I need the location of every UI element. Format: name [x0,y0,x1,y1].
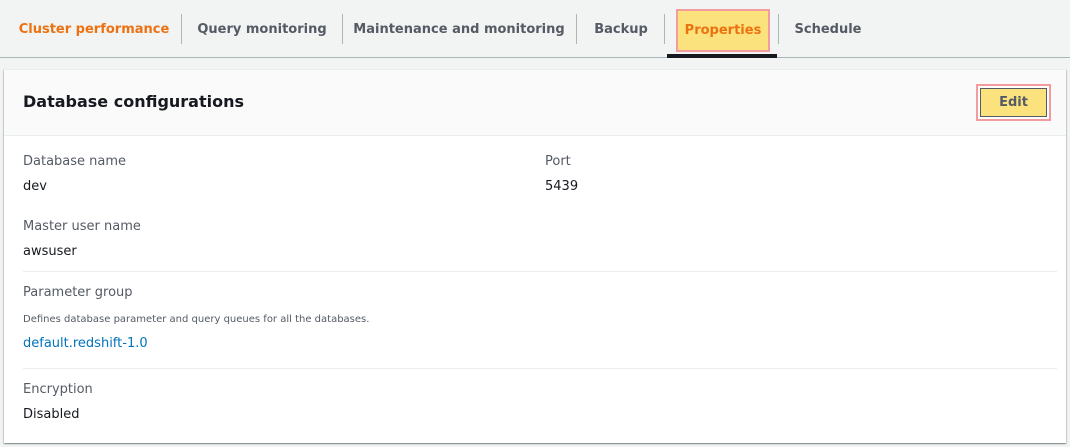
tab-separator [576,14,577,44]
tab-cluster-performance[interactable]: Cluster performance [14,0,174,58]
panel-header: Database configurations Edit [4,70,1066,136]
tab-maintenance-and-monitoring[interactable]: Maintenance and monitoring [350,0,568,58]
database-name-label: Database name [23,154,127,169]
database-configurations-panel: Database configurations Edit Database na… [4,69,1066,443]
section-divider [23,271,1057,272]
encryption-value: Disabled [23,407,80,422]
tab-separator [342,14,343,44]
panel-title: Database configurations [23,92,245,111]
active-tab-indicator [667,54,777,58]
master-user-name-value: awsuser [23,244,77,259]
section-divider [23,368,1057,369]
encryption-label: Encryption [23,382,93,397]
parameter-group-link[interactable]: default.redshift-1.0 [23,336,148,351]
tab-separator [664,14,665,44]
port-label: Port [545,154,571,169]
tab-backup[interactable]: Backup [584,0,658,58]
tab-properties[interactable]: Properties [676,9,770,52]
parameter-group-description: Defines database parameter and query que… [23,314,370,325]
database-name-value: dev [23,179,47,194]
tab-bar: Cluster performance Query monitoring Mai… [0,0,1070,58]
edit-button-highlight: Edit [976,84,1051,121]
edit-button[interactable]: Edit [980,88,1047,117]
parameter-group-label: Parameter group [23,285,133,300]
tab-query-monitoring[interactable]: Query monitoring [190,0,334,58]
tab-separator [778,14,779,44]
tab-separator [181,14,182,44]
tab-schedule[interactable]: Schedule [786,0,870,58]
master-user-name-label: Master user name [23,219,141,234]
port-value: 5439 [545,179,579,194]
